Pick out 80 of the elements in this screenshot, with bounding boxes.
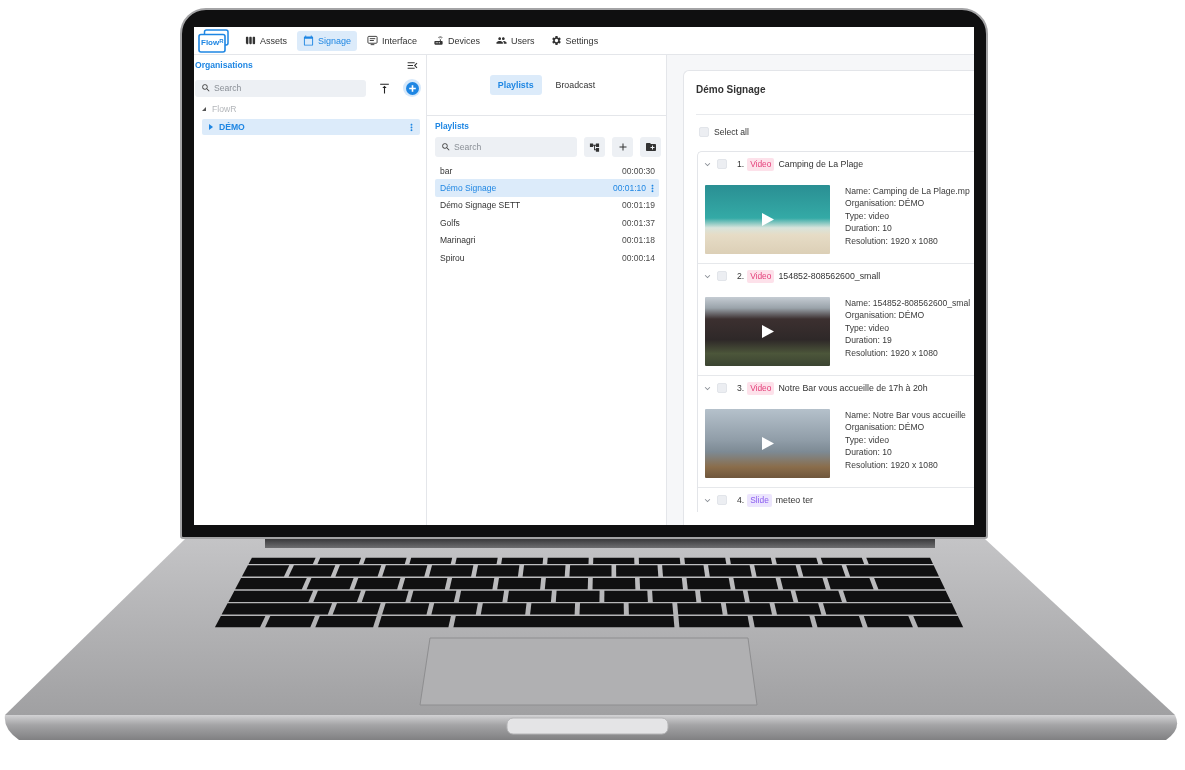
checkbox[interactable] [717, 383, 727, 393]
section-title: Playlists [435, 120, 470, 133]
playlist-row[interactable]: Spirou 00:00:14 [435, 248, 659, 267]
detail-text: Name: Notre Bar vous accueille [845, 409, 966, 422]
playlist-duration: 00:01:18 [621, 235, 655, 246]
arrow-to-top-icon[interactable] [378, 81, 391, 95]
checkbox[interactable] [717, 495, 727, 505]
item-title: Camping de La Plage [778, 159, 864, 169]
checkbox[interactable] [717, 159, 727, 169]
detail-text: Type: video [845, 321, 890, 335]
screens-logo-icon[interactable] [198, 28, 229, 53]
detail-text: Name: 154852-808562600_smal [845, 297, 971, 310]
playlist-name: Marinagri [440, 235, 477, 246]
nav-tab[interactable]: Users [490, 30, 541, 51]
calendar-icon [303, 35, 314, 46]
detail-text: Type: video [845, 209, 890, 223]
item-title: meteo ter [775, 495, 813, 505]
search-icon [441, 142, 451, 152]
nav-tab[interactable]: Settings [544, 30, 605, 51]
router-icon [433, 35, 445, 46]
playlist-name: Démo Signage SETT [440, 200, 522, 211]
checkbox[interactable] [717, 271, 727, 281]
playlist-row[interactable]: Golfs 00:01:37 [435, 214, 659, 232]
screen-icon [367, 35, 379, 46]
search-icon [201, 83, 211, 93]
type-tag: Video [747, 381, 775, 395]
add-button[interactable] [403, 79, 421, 97]
select-all-label: Select all [714, 127, 749, 137]
playlist-duration: 00:00:30 [621, 165, 655, 176]
detail-text: Resolution: 1920 x 1080 [845, 458, 939, 472]
playlist-duration: 00:01:19 [621, 200, 655, 211]
folder-plus-icon [644, 141, 657, 153]
type-tag: Video [747, 269, 775, 283]
playlist-name: bar [440, 165, 454, 176]
item-title: Notre Bar vous accueille de 17h à 20h [778, 383, 928, 393]
detail-text: Duration: 10 [845, 446, 893, 459]
playlist-row[interactable]: Démo Signage SETT 00:01:19 [435, 196, 659, 215]
search-field[interactable]: Search [195, 79, 366, 97]
detail-text: Duration: 19 [845, 334, 893, 347]
play-icon[interactable] [762, 325, 774, 338]
settings-icon [550, 35, 562, 46]
card-title: Démo Signage [696, 83, 766, 95]
item-title: 154852-808562600_small [778, 271, 881, 281]
detail-text: Organisation: DÉMO [845, 421, 926, 434]
detail-text: Resolution: 1920 x 1080 [845, 234, 939, 248]
playlist-duration: 00:01:37 [621, 217, 655, 228]
nav-tab[interactable]: Interface [361, 30, 424, 51]
type-tag: Video [747, 157, 775, 171]
detail-text: Duration: 10 [845, 222, 893, 235]
detail-text: Resolution: 1920 x 1080 [845, 346, 939, 360]
playlist-row[interactable]: bar 00:00:30 [435, 162, 659, 180]
item-number: 3. [737, 383, 745, 393]
type-tag: Slide [747, 493, 772, 507]
tab[interactable]: Broadcast [547, 75, 604, 95]
nav-tab[interactable]: Assets [239, 30, 293, 51]
playlist-duration: 00:00:14 [621, 252, 655, 263]
columns-icon [245, 35, 256, 46]
playlist-name: Golfs [440, 217, 461, 228]
tree-view-button[interactable] [584, 137, 605, 157]
playlist-name: Spirou [440, 252, 466, 263]
nav-tab[interactable]: Devices [427, 30, 487, 51]
people-icon [496, 35, 508, 46]
panel-title: Organisations [195, 60, 253, 70]
playlist-duration: 00:01:10 [612, 183, 646, 194]
add-button[interactable] [612, 137, 633, 157]
detail-text: Type: video [845, 433, 890, 447]
detail-text: Organisation: DÉMO [845, 309, 926, 322]
item-number: 1. [737, 159, 745, 169]
detail-text: Name: Camping de La Plage.mp [845, 185, 970, 198]
item-number: 4. [737, 495, 745, 505]
playlist-row[interactable]: Marinagri 00:01:18 [435, 231, 659, 249]
item-number: 2. [737, 271, 745, 281]
logo-text: Flow$^{R}$ [201, 37, 224, 48]
checkbox[interactable] [699, 127, 709, 137]
tree-structure-icon [589, 141, 600, 153]
playlist-name: Démo Signage [440, 183, 498, 194]
search-field[interactable]: Search [435, 137, 577, 157]
new-folder-button[interactable] [640, 137, 661, 157]
detail-text: Organisation: DÉMO [845, 197, 926, 210]
plus-circle-icon [405, 81, 419, 95]
